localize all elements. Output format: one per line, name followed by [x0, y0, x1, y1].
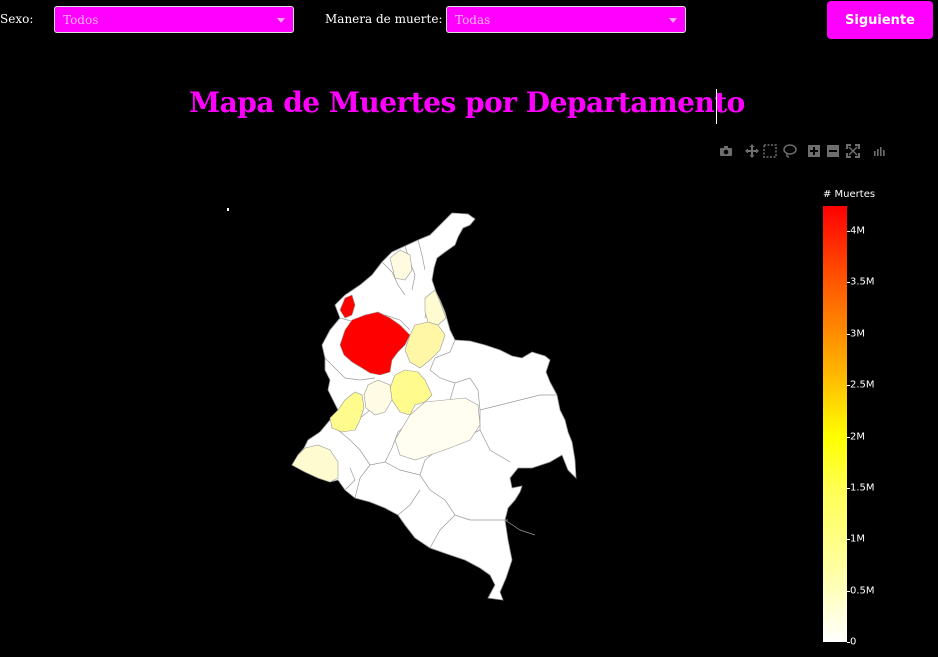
colorbar-tick-0-5m: 0.5M — [850, 585, 875, 597]
colorbar-tick-2-5m: 2.5M — [850, 379, 875, 391]
colorbar-title: # Muertes — [823, 189, 876, 200]
colorbar — [823, 206, 847, 642]
choropleth-map[interactable] — [0, 0, 938, 657]
colorbar-tick-3-5m: 3.5M — [850, 276, 875, 288]
colorbar-tick-2m: 2M — [850, 431, 865, 443]
colorbar-tick-4m: 4M — [850, 225, 865, 237]
colorbar-tick-1-5m: 1.5M — [850, 482, 875, 494]
page: Sexo: Todos Manera de muerte: Todas Sigu… — [0, 0, 938, 657]
island-san-andres[interactable] — [227, 208, 229, 211]
colorbar-tick-1m: 1M — [850, 533, 865, 545]
colorbar-tick-0: 0 — [850, 636, 857, 648]
colorbar-tick-3m: 3M — [850, 328, 865, 340]
